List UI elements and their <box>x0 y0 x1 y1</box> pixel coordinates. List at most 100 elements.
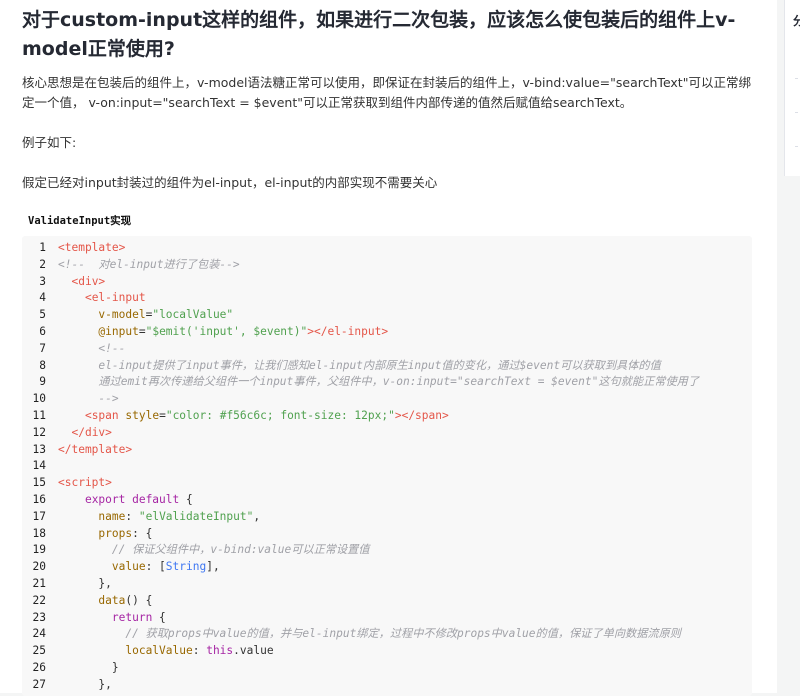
code-token: : <box>192 644 207 658</box>
code-token: // 获取props中value的值，并与el-input绑定，过程中不修改pr… <box>58 627 681 641</box>
code-token: ></span> <box>394 408 449 422</box>
line-number: 7 <box>39 341 46 355</box>
code-token: <script> <box>58 476 112 490</box>
code-line: 26 } <box>22 660 752 677</box>
line-number: 14 <box>32 459 46 473</box>
code-token: v-model <box>98 308 146 322</box>
paragraph-assumption: 假定已经对input封装过的组件为el-input，el-input的内部实现不… <box>22 175 438 190</box>
code-token: <!-- 对el-input进行了包装--> <box>58 257 240 271</box>
code-token: "elValidateInput" <box>138 509 254 523</box>
code-line: 22 data() { <box>22 593 752 610</box>
code-line: 14 <box>22 458 752 475</box>
code-token: "$emit('input', $event)" <box>145 324 308 338</box>
code-token: value <box>111 560 146 574</box>
code-token: el-input提供了input事件，让我们感知el-input内部原生inpu… <box>58 358 661 372</box>
code-line: 7 <!-- <box>22 341 752 358</box>
code-line: 12 </div> <box>22 425 752 442</box>
code-token: { <box>179 492 193 506</box>
code-token: --> <box>58 392 119 406</box>
line-number: 20 <box>32 560 46 574</box>
code-token: } <box>58 660 119 674</box>
line-number: 26 <box>32 660 46 674</box>
line-number: 2 <box>39 257 46 271</box>
code-token: <span <box>84 408 119 422</box>
code-line: 21 }, <box>22 576 752 593</box>
paragraph-core-idea: 核心思想是在包装后的组件上，v-model语法糖正常可以使用，即保证在封装后的组… <box>22 75 751 110</box>
code-token: data <box>98 593 126 607</box>
line-number: 6 <box>39 324 46 338</box>
article-title: 对于custom-input这样的组件，如果进行二次包装，应该怎么使包装后的组件… <box>22 9 736 60</box>
code-line: 1 <template> <box>22 240 752 257</box>
code-line: 11 <span style="color: #f56c6c; font-siz… <box>22 408 752 425</box>
line-number: 21 <box>32 576 46 590</box>
code-line: 10 --> <box>22 391 752 408</box>
code-line: 4 <el-input <box>22 290 752 307</box>
code-block: 1 <template> 2 <!-- 对el-input进行了包装--> 3 <div… <box>22 236 752 696</box>
code-line: 2 <!-- 对el-input进行了包装--> <box>22 257 752 274</box>
code-line: 3 <div> <box>22 274 752 291</box>
code-token: , <box>253 509 261 523</box>
line-number: 13 <box>32 442 46 456</box>
code-line: 9 通过emit再次传递给父组件一个input事件，父组件中，v-on:inpu… <box>22 374 752 391</box>
code-token: { <box>152 610 166 624</box>
code-token: style <box>125 408 160 422</box>
code-line: 16 export default { <box>22 492 752 509</box>
code-token: : <box>125 509 139 523</box>
code-token: return <box>111 610 153 624</box>
code-line: 5 v-model="localValue" <box>22 307 752 324</box>
code-token: // 保证父组件中，v-bind:value可以正常设置值 <box>58 543 370 557</box>
line-number: 10 <box>32 392 46 406</box>
line-number: 9 <box>39 375 46 389</box>
code-token: </div> <box>71 425 112 439</box>
code-token: localValue <box>125 644 193 658</box>
line-number: 17 <box>32 509 46 523</box>
code-token: "localValue" <box>152 308 234 322</box>
line-number: 24 <box>32 627 46 641</box>
line-number: 3 <box>39 274 46 288</box>
code-token: }, <box>58 677 112 691</box>
line-number: 5 <box>39 308 46 322</box>
code-token: () { <box>125 593 153 607</box>
page-gutter <box>777 0 784 693</box>
line-number: 11 <box>32 408 46 422</box>
code-line: 24 // 获取props中value的值，并与el-input绑定，过程中不修… <box>22 626 752 643</box>
code-token: 通过emit再次传递给父组件一个input事件，父组件中，v-on:input=… <box>58 375 700 389</box>
paragraph-example: 例子如下: <box>22 135 77 150</box>
sidebar-divider <box>795 78 800 80</box>
code-line: 19 // 保证父组件中，v-bind:value可以正常设置值 <box>22 542 752 559</box>
code-line: 15 <script> <box>22 475 752 492</box>
line-number: 16 <box>32 492 46 506</box>
line-number: 23 <box>32 610 46 624</box>
code-line: 20 value: [String], <box>22 559 752 576</box>
line-number: 25 <box>32 644 46 658</box>
sidebar-heading: 分 <box>793 14 800 28</box>
code-token: <!-- <box>58 341 126 355</box>
code-line: 8 el-input提供了input事件，让我们感知el-input内部原生in… <box>22 358 752 375</box>
code-token: export default <box>84 492 180 506</box>
code-token: this <box>206 644 234 658</box>
line-number: 22 <box>32 593 46 607</box>
code-token: ></el-input> <box>307 324 389 338</box>
code-token: <el-input <box>84 291 146 305</box>
code-token: : [ <box>145 560 166 574</box>
code-token: String <box>165 560 207 574</box>
code-token: name <box>98 509 126 523</box>
code-token: @input <box>98 324 139 338</box>
code-line: 25 localValue: this.value <box>22 643 752 660</box>
code-token: : { <box>132 526 153 540</box>
code-line: 6 @input="$emit('input', $event)"></el-i… <box>22 324 752 341</box>
line-number: 8 <box>39 358 46 372</box>
code-line: 17 name: "elValidateInput", <box>22 509 752 526</box>
sidebar-divider <box>795 112 800 114</box>
right-sidebar-panel: 分 <box>784 0 800 176</box>
